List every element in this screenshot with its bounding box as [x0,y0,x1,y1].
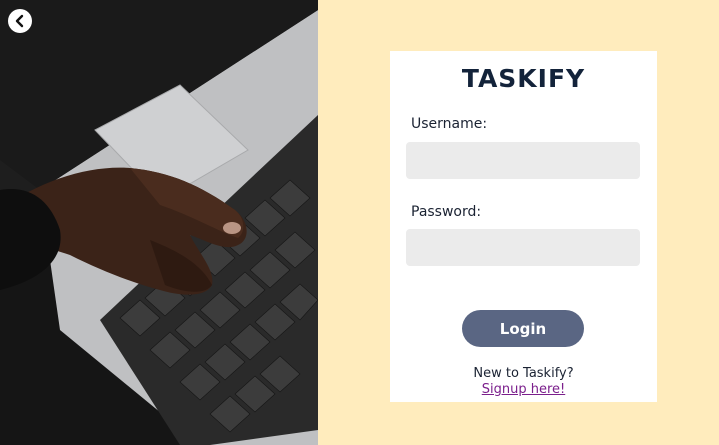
login-card: TASKIFY Username: Password: Login New to… [390,51,657,402]
username-input[interactable] [406,142,640,179]
password-input[interactable] [406,229,640,266]
signup-link[interactable]: Signup here! [482,382,565,397]
username-label: Username: [411,116,488,132]
login-button[interactable]: Login [462,310,584,347]
back-button[interactable] [8,9,32,33]
new-user-prompt: New to Taskify? [473,366,574,381]
hero-image [0,0,318,445]
password-label: Password: [411,204,482,220]
chevron-left-icon [15,14,24,28]
brand-title: TASKIFY [461,64,586,93]
login-panel: TASKIFY Username: Password: Login New to… [318,0,719,445]
signup-row: Signup here! [390,382,657,397]
laptop-photo [0,0,318,445]
